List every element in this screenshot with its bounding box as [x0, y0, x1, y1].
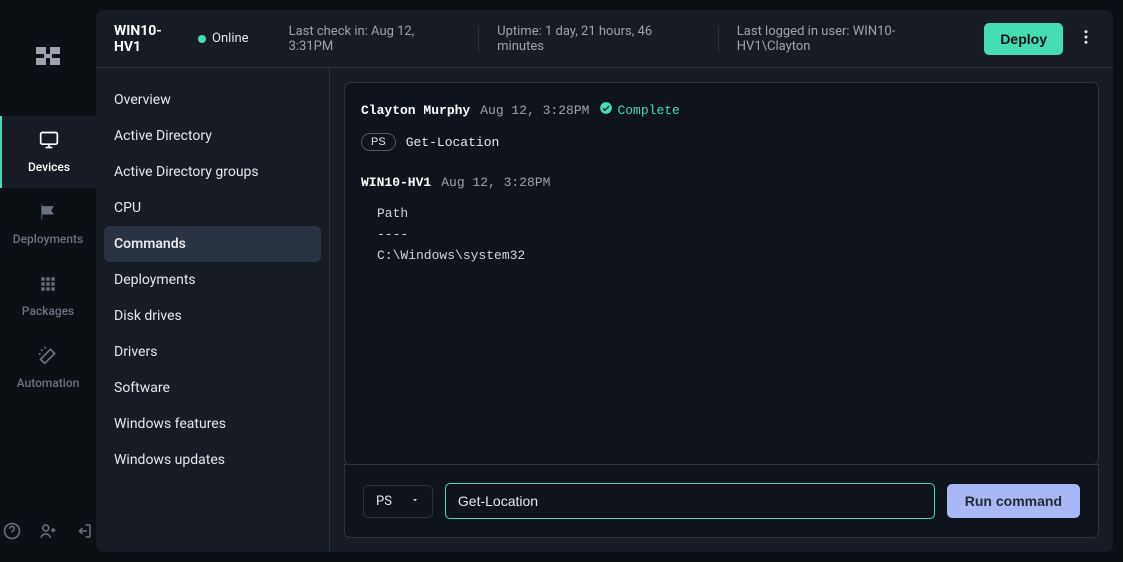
sidebar-item-win-updates[interactable]: Windows updates [96, 442, 329, 478]
command-status: Complete [599, 101, 679, 119]
sidebar-item-cpu[interactable]: CPU [96, 190, 329, 226]
nav-label: Deployments [13, 232, 83, 246]
deploy-button[interactable]: Deploy [984, 23, 1063, 55]
left-rail: Devices Deployments Packages Automation [0, 0, 96, 562]
command-input[interactable] [445, 483, 935, 519]
shell-badge: PS [361, 133, 396, 151]
sidebar-item-overview[interactable]: Overview [96, 82, 329, 118]
nav-label: Automation [17, 376, 80, 390]
app-logo [32, 40, 64, 76]
sidebar-item-software[interactable]: Software [96, 370, 329, 406]
response-time: Aug 12, 3:28PM [441, 175, 550, 190]
sidebar-item-disk[interactable]: Disk drives [96, 298, 329, 334]
status-dot-icon [198, 35, 206, 43]
last-user: Last logged in user: WIN10-HV1\Clayton [718, 26, 985, 52]
monitor-icon [39, 130, 59, 154]
shell-select[interactable]: PS [363, 485, 433, 518]
main-panel: WIN10-HV1 Online Last check in: Aug 12, … [96, 10, 1113, 552]
flag-icon [38, 202, 58, 226]
sidebar-item-win-features[interactable]: Windows features [96, 406, 329, 442]
sidebar-item-ad[interactable]: Active Directory [96, 118, 329, 154]
command-text: Get-Location [406, 135, 500, 150]
header-meta: Last check in: Aug 12, 3:31PM Uptime: 1 … [289, 26, 985, 52]
nav-label: Devices [28, 160, 70, 174]
help-icon[interactable] [3, 522, 21, 544]
check-circle-icon [599, 101, 613, 119]
last-checkin: Last check in: Aug 12, 3:31PM [289, 26, 479, 52]
command-user: Clayton Murphy [361, 103, 470, 118]
run-command-button[interactable]: Run command [947, 484, 1080, 518]
nav-devices[interactable]: Devices [0, 116, 96, 188]
logout-icon[interactable] [75, 522, 93, 544]
command-area: Clayton Murphy Aug 12, 3:28PM Complete P… [330, 68, 1113, 552]
command-status-label: Complete [617, 103, 679, 118]
terminal-output: Clayton Murphy Aug 12, 3:28PM Complete P… [344, 82, 1099, 465]
nav-automation[interactable]: Automation [0, 332, 96, 404]
response-host: WIN10-HV1 [361, 175, 431, 190]
nav-label: Packages [22, 304, 74, 318]
device-sidebar: Overview Active Directory Active Directo… [96, 68, 330, 552]
add-user-icon[interactable] [39, 522, 57, 544]
sidebar-item-commands[interactable]: Commands [104, 226, 321, 262]
response-body: Path ---- C:\Windows\system32 [361, 204, 1082, 266]
nav-packages[interactable]: Packages [0, 260, 96, 332]
chevron-down-icon [410, 494, 420, 509]
sidebar-item-drivers[interactable]: Drivers [96, 334, 329, 370]
device-status: Online [212, 31, 249, 46]
command-time: Aug 12, 3:28PM [480, 103, 589, 118]
device-header: WIN10-HV1 Online Last check in: Aug 12, … [96, 10, 1113, 68]
content: Overview Active Directory Active Directo… [96, 68, 1113, 552]
more-menu-icon[interactable] [1077, 28, 1095, 50]
shell-select-label: PS [376, 494, 392, 509]
sidebar-item-deployments[interactable]: Deployments [96, 262, 329, 298]
uptime: Uptime: 1 day, 21 hours, 46 minutes [478, 26, 718, 52]
sidebar-item-ad-groups[interactable]: Active Directory groups [96, 154, 329, 190]
nav-deployments[interactable]: Deployments [0, 188, 96, 260]
command-input-row: PS Run command [344, 464, 1099, 538]
device-hostname: WIN10-HV1 [114, 23, 188, 55]
grid-icon [38, 274, 58, 298]
wand-icon [38, 346, 58, 370]
